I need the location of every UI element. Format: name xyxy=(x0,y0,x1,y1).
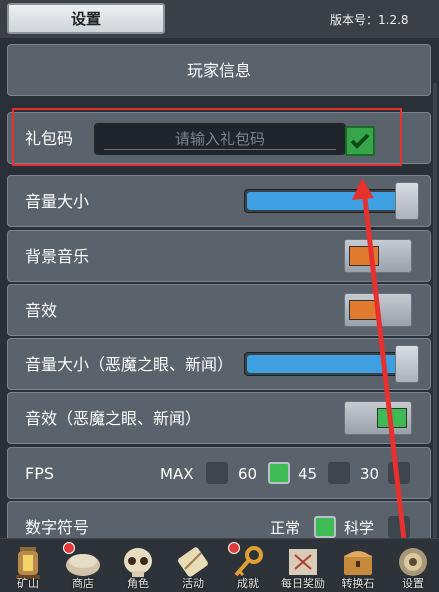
nav-item-settings[interactable]: 设置 xyxy=(385,539,439,592)
nav-item-daily-reward[interactable]: 每日奖励 xyxy=(275,539,331,592)
gear-icon xyxy=(399,548,427,576)
nav-label-mine: 矿山 xyxy=(17,577,39,590)
nav-item-converter[interactable]: 转换石 xyxy=(330,539,386,592)
scroll-icon xyxy=(178,547,208,577)
nav-label-achievement: 成就 xyxy=(237,577,259,590)
nav-item-achievement[interactable]: 成就 xyxy=(220,539,276,592)
annotation-arrow xyxy=(352,178,438,591)
map-icon xyxy=(289,549,317,575)
treasure-chest-icon xyxy=(344,551,372,575)
shop-notification-badge xyxy=(63,542,75,554)
achievement-notification-badge xyxy=(228,542,240,554)
bottom-nav: 矿山 商店 角色 活动 成就 每日奖励 转换石 设置 xyxy=(0,538,439,592)
lantern-icon xyxy=(16,547,40,579)
nav-label-character: 角色 xyxy=(127,577,149,590)
nav-label-shop: 商店 xyxy=(72,577,94,590)
nav-item-shop[interactable]: 商店 xyxy=(55,539,111,592)
nav-item-character[interactable]: 角色 xyxy=(110,539,166,592)
nav-item-mine[interactable]: 矿山 xyxy=(0,539,56,592)
skull-icon xyxy=(124,548,152,577)
nav-item-event[interactable]: 活动 xyxy=(165,539,221,592)
nav-label-event: 活动 xyxy=(182,577,204,590)
nav-label-converter: 转换石 xyxy=(341,577,375,590)
nav-label-daily-reward: 每日奖励 xyxy=(281,577,325,590)
nav-label-settings: 设置 xyxy=(402,577,424,590)
